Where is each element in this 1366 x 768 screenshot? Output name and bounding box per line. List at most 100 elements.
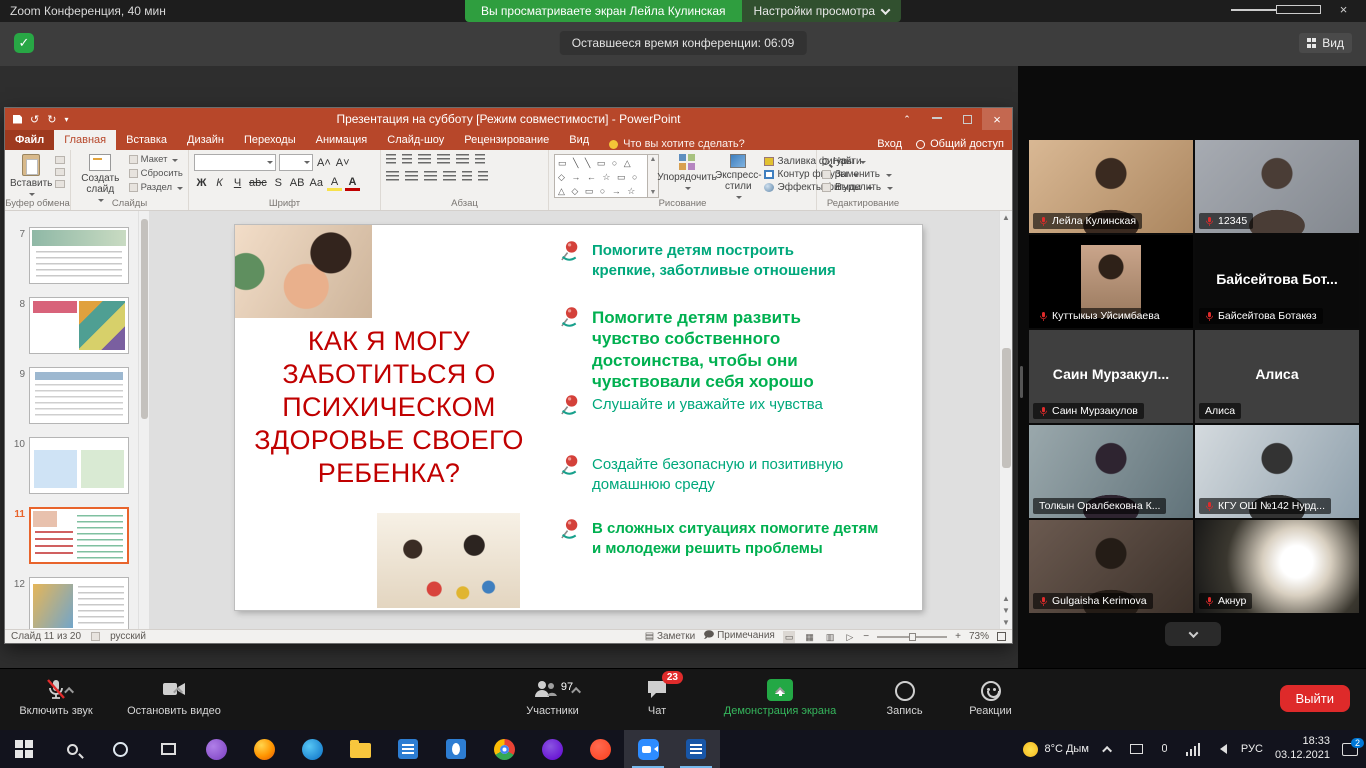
unmute-button[interactable]: Включить звук bbox=[8, 675, 104, 717]
save-icon[interactable] bbox=[13, 115, 22, 124]
undo-icon[interactable]: ↺ bbox=[30, 113, 39, 126]
tell-me-box[interactable]: Что вы хотите сделать? bbox=[609, 138, 745, 150]
tile-alisa[interactable]: Алиса Алиса bbox=[1195, 330, 1359, 423]
tab-review[interactable]: Рецензирование bbox=[454, 130, 559, 150]
share-screen-button[interactable]: Демонстрация экрана bbox=[700, 675, 860, 717]
chat-button[interactable]: 23 Чат bbox=[612, 675, 702, 717]
new-slide-button[interactable]: Создать слайд bbox=[76, 154, 125, 203]
view-button[interactable]: Вид bbox=[1299, 33, 1352, 53]
redo-icon[interactable]: ↻ bbox=[47, 113, 56, 126]
text-direction-icon[interactable] bbox=[475, 154, 485, 165]
char-spacing-button[interactable]: АВ bbox=[289, 175, 306, 191]
replace-button[interactable]: Заменить bbox=[822, 169, 904, 180]
slide-11[interactable]: КАК Я МОГУ ЗАБОТИТЬСЯ О ПСИХИЧЕСКОМ ЗДОР… bbox=[235, 225, 922, 610]
reading-view-icon[interactable]: ▥ bbox=[824, 631, 837, 643]
sign-in-link[interactable]: Вход bbox=[877, 138, 902, 150]
leave-meeting-button[interactable]: Выйти bbox=[1280, 685, 1351, 712]
start-button[interactable] bbox=[0, 730, 48, 768]
paste-button[interactable]: Вставить bbox=[10, 154, 52, 197]
numbering-icon[interactable] bbox=[402, 154, 412, 165]
tab-design[interactable]: Дизайн bbox=[177, 130, 234, 150]
tab-home[interactable]: Главная bbox=[54, 130, 116, 150]
chevron-up-icon[interactable] bbox=[571, 687, 581, 697]
taskbar-clock[interactable]: 18:33 03.12.2021 bbox=[1275, 735, 1330, 763]
find-button[interactable]: Найти bbox=[822, 156, 904, 167]
thumbnail-slide-11-selected[interactable]: 11 bbox=[11, 507, 129, 564]
tab-insert[interactable]: Вставка bbox=[116, 130, 177, 150]
text-shadow-button[interactable]: S bbox=[271, 175, 286, 191]
bold-button[interactable]: Ж bbox=[194, 175, 209, 191]
tile-aknur[interactable]: Акнур bbox=[1195, 520, 1359, 613]
select-button[interactable]: Выделить bbox=[822, 182, 904, 193]
stop-video-button[interactable]: Остановить видео bbox=[110, 675, 238, 717]
italic-button[interactable]: К bbox=[212, 175, 227, 191]
weather-widget[interactable]: 8°C Дым bbox=[1023, 742, 1088, 757]
network-tray-icon[interactable] bbox=[1185, 741, 1201, 757]
comments-toggle[interactable]: 🗩 Примечания bbox=[703, 628, 775, 645]
taskbar-app-yahoo[interactable] bbox=[528, 730, 576, 768]
display-tray-icon[interactable] bbox=[1129, 741, 1145, 757]
tile-baiseitova[interactable]: Байсейтова Бот... Байсейтова Ботакөз bbox=[1195, 235, 1359, 328]
ppt-close-button[interactable]: × bbox=[982, 108, 1012, 130]
ppt-minimize-button[interactable] bbox=[922, 108, 952, 130]
tab-animations[interactable]: Анимация bbox=[306, 130, 378, 150]
record-button[interactable]: Запись bbox=[862, 675, 947, 717]
maximize-button[interactable] bbox=[1276, 0, 1321, 22]
zoom-out-button[interactable]: − bbox=[863, 631, 869, 642]
taskbar-app-explorer[interactable] bbox=[336, 730, 384, 768]
zoom-slider[interactable] bbox=[877, 636, 947, 638]
underline-button[interactable]: Ч bbox=[230, 175, 245, 191]
spellcheck-icon[interactable] bbox=[91, 632, 100, 641]
qat-customize-icon[interactable]: ▾ bbox=[64, 115, 68, 124]
normal-view-icon[interactable]: ▭ bbox=[783, 631, 796, 643]
thumbnail-slide-8[interactable]: 8 bbox=[11, 297, 129, 354]
columns-icon[interactable] bbox=[462, 171, 472, 182]
zoom-percent[interactable]: 73% bbox=[969, 631, 989, 642]
taskbar-app-phone[interactable] bbox=[432, 730, 480, 768]
tile-kgu-school[interactable]: КГУ ОШ №142 Нурд... bbox=[1195, 425, 1359, 518]
participants-button[interactable]: 97 Участники bbox=[500, 675, 605, 717]
format-painter-icon[interactable] bbox=[55, 180, 65, 188]
section-button[interactable]: Раздел bbox=[129, 182, 183, 193]
reactions-button[interactable]: Реакции bbox=[948, 675, 1033, 717]
language-indicator[interactable]: русский bbox=[110, 631, 146, 642]
more-participants-button[interactable] bbox=[1165, 622, 1221, 646]
shrink-font-icon[interactable]: A˅ bbox=[335, 155, 351, 171]
action-center-button[interactable]: 2 bbox=[1342, 743, 1358, 756]
thumbnail-slide-10[interactable]: 10 bbox=[11, 437, 129, 494]
tile-tolkyn-speaking[interactable]: Толкын Оралбековна К... bbox=[1029, 425, 1193, 518]
bullets-icon[interactable] bbox=[386, 154, 396, 165]
share-button[interactable]: Общий доступ bbox=[916, 138, 1004, 150]
font-name-combo[interactable] bbox=[194, 154, 276, 171]
tile-12345[interactable]: 12345 bbox=[1195, 140, 1359, 233]
tab-view[interactable]: Вид bbox=[559, 130, 599, 150]
shapes-gallery[interactable]: ▭ ╲ ╲ ▭ ○ △◇ → ← ☆ ▭ ○△ ◇ ▭ ○ → ☆ bbox=[554, 154, 648, 198]
zoom-in-button[interactable]: + bbox=[955, 631, 961, 642]
cortana-button[interactable] bbox=[96, 730, 144, 768]
tile-sain[interactable]: Саин Мурзакул... Саин Мурзакулов bbox=[1029, 330, 1193, 423]
copy-icon[interactable] bbox=[55, 168, 65, 176]
hidden-icons-button[interactable] bbox=[1101, 741, 1117, 757]
grow-font-icon[interactable]: A˄ bbox=[316, 155, 332, 171]
tile-leila-kulinskaya[interactable]: Лейла Кулинская bbox=[1029, 140, 1193, 233]
thumbnail-slide-12[interactable]: 12 bbox=[11, 577, 129, 629]
ribbon-options-icon[interactable]: ⌃ bbox=[892, 108, 922, 130]
align-left-icon[interactable] bbox=[386, 171, 399, 182]
fit-to-window-icon[interactable] bbox=[997, 632, 1006, 641]
tile-kuttykyz[interactable]: Куттыкыз Уйсимбаева bbox=[1029, 235, 1193, 328]
tile-gulgaisha[interactable]: Gulgaisha Kerimova bbox=[1029, 520, 1193, 613]
decrease-indent-icon[interactable] bbox=[418, 154, 431, 165]
font-size-combo[interactable] bbox=[279, 154, 313, 171]
tab-transitions[interactable]: Переходы bbox=[234, 130, 306, 150]
thumbnail-slide-7[interactable]: 7 bbox=[11, 227, 129, 284]
taskbar-app-word-active[interactable] bbox=[672, 730, 720, 768]
change-case-button[interactable]: Аа bbox=[308, 175, 324, 191]
line-spacing-icon[interactable] bbox=[456, 154, 469, 165]
strikethrough-button[interactable]: abc bbox=[248, 175, 268, 191]
security-shield-icon[interactable]: ✓ bbox=[14, 33, 34, 53]
panel-resize-handle[interactable] bbox=[1020, 366, 1023, 398]
taskbar-app-yandex[interactable] bbox=[576, 730, 624, 768]
search-button[interactable] bbox=[48, 730, 96, 768]
taskbar-app-zoom-active[interactable] bbox=[624, 730, 672, 768]
taskbar-app-edge[interactable] bbox=[288, 730, 336, 768]
